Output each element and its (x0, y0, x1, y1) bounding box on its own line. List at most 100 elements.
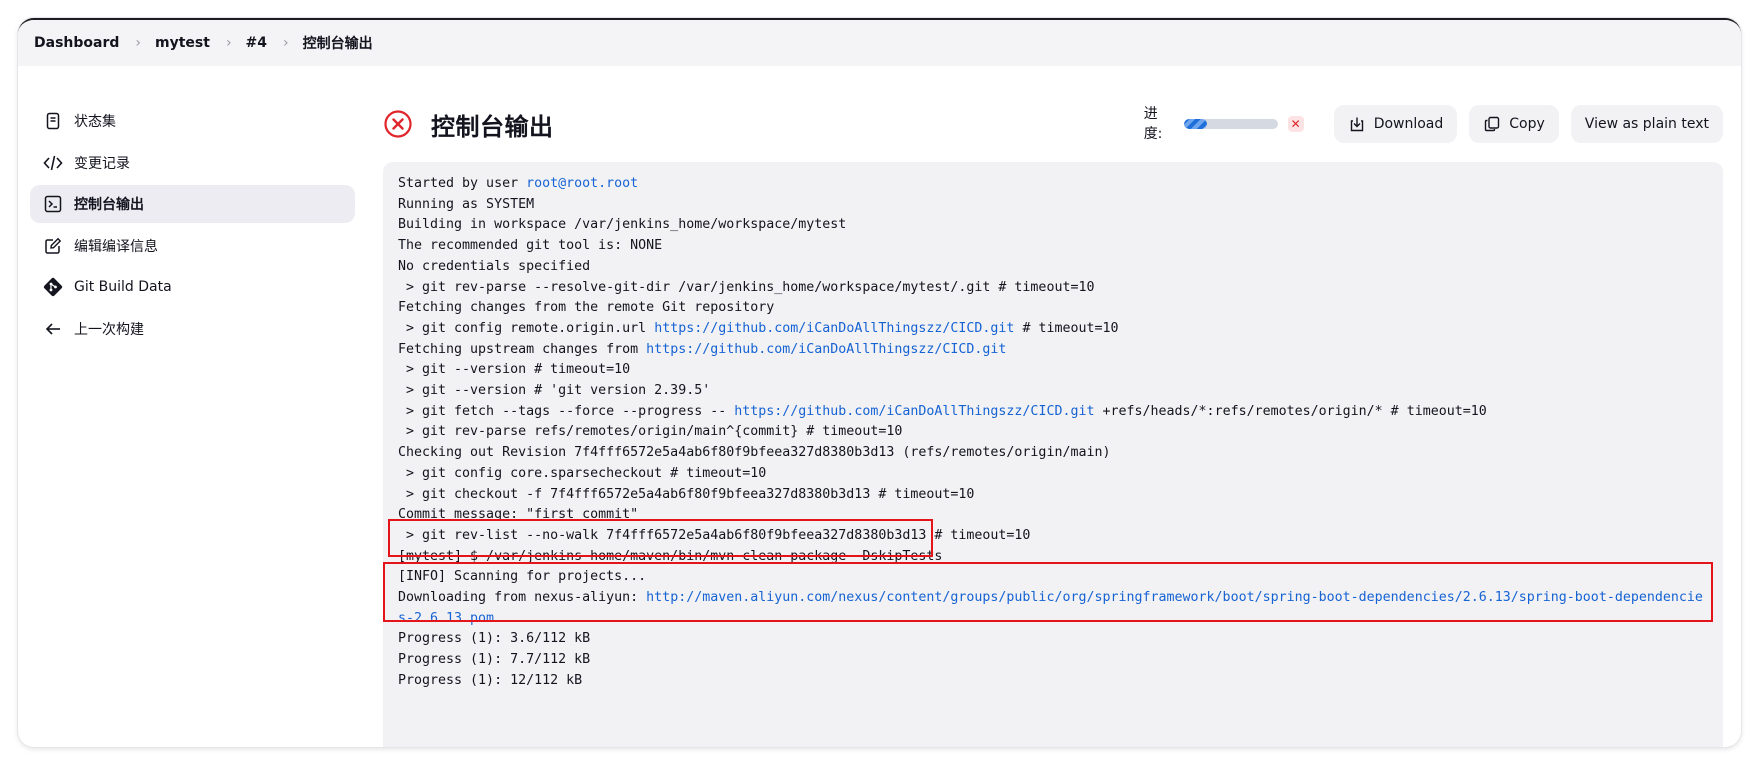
console-text: Fetching changes from the remote Git rep… (398, 300, 775, 316)
breadcrumb-label[interactable]: mytest (155, 35, 210, 51)
copy-label: Copy (1509, 116, 1545, 132)
breadcrumb-label[interactable]: #4 (246, 35, 267, 51)
stop-build-button[interactable]: ✕ (1287, 116, 1304, 132)
view-plain-text-button[interactable]: View as plain text (1570, 105, 1723, 143)
console-text: > git --version # timeout=10 (398, 362, 631, 378)
console-link[interactable]: https://github.com/iCanDoAllThingszz/CIC… (734, 404, 1094, 419)
code-icon (42, 152, 64, 174)
console-text: > git config remote.origin.url (398, 320, 655, 336)
console-text: > git rev-parse refs/remotes/origin/main… (398, 424, 903, 440)
console-line: Progress (1): 12/112 kB (398, 671, 1708, 692)
console-line: Building in workspace /var/jenkins_home/… (398, 215, 1708, 236)
console-text: > git rev-parse --resolve-git-dir /var/j… (398, 279, 1095, 295)
download-label: Download (1373, 116, 1444, 132)
console-line: Running as SYSTEM (398, 195, 1708, 216)
sidebar-item-console-output[interactable]: 控制台输出 (30, 185, 355, 223)
console-line: The recommended git tool is: NONE (398, 236, 1708, 257)
console-text: [mytest] $ /var/jenkins_home/maven/bin/m… (398, 548, 943, 564)
chevron-right-icon: › (135, 35, 141, 51)
console-text: > git config core.sparsecheckout # timeo… (398, 465, 767, 481)
console-line: [mytest] $ /var/jenkins_home/maven/bin/m… (398, 547, 1708, 568)
sidebar-item-label: 变更记录 (74, 155, 130, 172)
console-line: Commit message: "first commit" (398, 505, 1708, 526)
console-line: Fetching changes from the remote Git rep… (398, 298, 1708, 319)
build-progress-fill (1183, 119, 1208, 129)
page-header: 控制台输出 进度: ✕ Download Copy View as plain … (383, 100, 1723, 148)
console-toolbar: 进度: ✕ Download Copy View as plain text (1144, 100, 1723, 148)
sidebar-item-edit-build-info[interactable]: 编辑编译信息 (30, 227, 355, 265)
console-text: Checking out Revision 7f4fff6572e5a4ab6f… (398, 445, 1111, 461)
failed-x-icon (383, 109, 413, 139)
console-line: > git checkout -f 7f4fff6572e5a4ab6f80f9… (398, 485, 1708, 506)
arrow-left-icon (42, 318, 64, 340)
download-button[interactable]: Download (1333, 105, 1458, 143)
build-progress-bar (1183, 119, 1278, 129)
sidebar-item-label: Git Build Data (74, 279, 172, 295)
console-text: No credentials specified (398, 258, 591, 274)
console-output: Started by user root@root.root Running as… (383, 162, 1723, 747)
console-text: Downloading from nexus-aliyun: (398, 590, 647, 606)
sidebar-item-label: 控制台输出 (74, 197, 144, 213)
console-link[interactable]: root@root.root (526, 176, 638, 191)
console-text: > git --version # 'git version 2.39.5' (398, 383, 711, 399)
terminal-icon (42, 193, 64, 215)
sidebar-item-status[interactable]: 状态集 (30, 102, 355, 140)
console-line: Downloading from nexus-aliyun: http://ma… (398, 588, 1708, 629)
sidebar-item-git-build-data[interactable]: Git Build Data (30, 268, 355, 306)
document-icon (42, 110, 64, 132)
page-title: 控制台输出 (431, 112, 554, 141)
console-text: Progress (1): 7.7/112 kB (398, 652, 591, 668)
sidebar-item-changes[interactable]: 变更记录 (30, 144, 355, 182)
copy-icon (1483, 115, 1501, 133)
console-link[interactable]: https://github.com/iCanDoAllThingszz/CIC… (646, 342, 1006, 357)
console-line: > git --version # timeout=10 (398, 360, 1708, 381)
close-icon: ✕ (1290, 117, 1301, 131)
console-text: > git rev-list --no-walk 7f4fff6572e5a4a… (398, 527, 1031, 543)
sidebar-item-label: 编辑编译信息 (74, 238, 158, 255)
jenkins-window: Dashboard › mytest › #4 › 控制台输出 状态集 变更记录 (18, 18, 1741, 747)
console-line: Progress (1): 3.6/112 kB (398, 629, 1708, 650)
download-icon (1348, 115, 1366, 133)
console-text: Commit message: "first commit" (398, 507, 639, 523)
sidebar-item-label: 状态集 (74, 114, 116, 130)
console-text: > git checkout -f 7f4fff6572e5a4ab6f80f9… (398, 486, 975, 502)
breadcrumb-item-console[interactable]: 控制台输出 (303, 33, 373, 53)
console-line: > git fetch --tags --force --progress --… (398, 402, 1708, 423)
breadcrumb-label[interactable]: Dashboard (34, 35, 119, 51)
chevron-right-icon: › (283, 35, 289, 51)
console-text: Fetching upstream changes from (398, 341, 647, 357)
console-line: Progress (1): 7.7/112 kB (398, 650, 1708, 671)
sidebar-item-previous-build[interactable]: 上一次构建 (30, 310, 355, 348)
breadcrumb-item-dashboard[interactable]: Dashboard › (34, 35, 155, 51)
console-text: # timeout=10 (1014, 320, 1119, 336)
breadcrumb-item-build[interactable]: #4 › (246, 35, 303, 51)
console-line: No credentials specified (398, 257, 1708, 278)
sidebar-item-label: 上一次构建 (74, 321, 144, 338)
console-line: Started by user root@root.root (398, 174, 1708, 195)
copy-button[interactable]: Copy (1469, 105, 1559, 143)
console-line: > git rev-parse refs/remotes/origin/main… (398, 422, 1708, 443)
chevron-right-icon: › (225, 35, 232, 51)
console-line: Checking out Revision 7f4fff6572e5a4ab6f… (398, 443, 1708, 464)
console-line: > git rev-list --no-walk 7f4fff6572e5a4a… (398, 526, 1708, 547)
console-text: Progress (1): 12/112 kB (398, 672, 583, 688)
console-text: Running as SYSTEM (398, 196, 535, 212)
git-icon (42, 276, 64, 298)
sidebar: 状态集 变更记录 控制台输出 编辑编译信息 Git Build Data 上一次… (30, 102, 355, 351)
console-line: > git --version # 'git version 2.39.5' (398, 381, 1708, 402)
console-line: > git config remote.origin.url https://g… (398, 319, 1708, 340)
console-line: Fetching upstream changes from https://g… (398, 340, 1708, 361)
console-text: The recommended git tool is: NONE (398, 238, 663, 254)
progress-label: 进度: (1143, 106, 1163, 142)
console-line: [INFO] Scanning for projects... (398, 567, 1708, 588)
breadcrumb: Dashboard › mytest › #4 › 控制台输出 (18, 20, 1741, 66)
console-text: > git fetch --tags --force --progress -- (398, 403, 735, 419)
console-text: Progress (1): 3.6/112 kB (398, 631, 591, 647)
breadcrumb-label[interactable]: 控制台输出 (303, 33, 373, 53)
console-line: > git config core.sparsecheckout # timeo… (398, 464, 1708, 485)
console-link[interactable]: https://github.com/iCanDoAllThingszz/CIC… (654, 321, 1014, 336)
console-text: Started by user (398, 176, 527, 191)
breadcrumb-item-job[interactable]: mytest › (155, 35, 246, 51)
console-text: +refs/heads/*:refs/remotes/origin/* # ti… (1094, 403, 1487, 419)
console-text: Building in workspace /var/jenkins_home/… (398, 217, 847, 233)
